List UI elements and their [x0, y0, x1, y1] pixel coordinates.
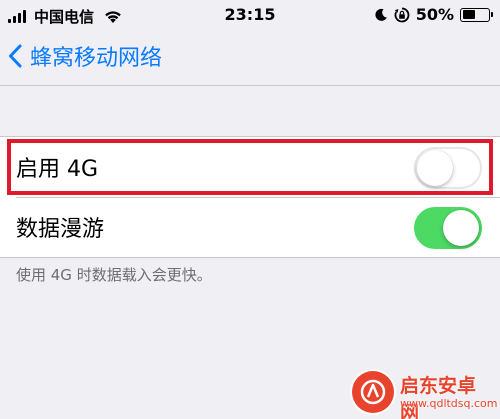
moon-icon: [375, 8, 387, 21]
watermark-url: www.qdltdsq.com: [400, 397, 498, 410]
battery-percentage: 50%: [415, 5, 454, 24]
row-label-enable-4g: 启用 4G: [16, 157, 99, 182]
status-bar: 中国电信 23:15 50%: [0, 0, 500, 30]
screen: 中国电信 23:15 50% 蜂窝移动网络 启用 4G 数据漫游 使用 4G 时…: [0, 0, 500, 419]
status-right: 50%: [374, 5, 493, 24]
battery-fill: [462, 10, 475, 19]
watermark-name: 启东安卓网: [400, 375, 477, 419]
enable-4g-toggle[interactable]: [414, 147, 482, 189]
orientation-lock-icon: [394, 7, 410, 22]
row-label-data-roaming: 数据漫游: [16, 217, 105, 242]
nav-bar: 蜂窝移动网络: [0, 30, 500, 86]
watermark: 启东安卓网 www.qdltdsq.com: [352, 367, 498, 419]
row-data-roaming: 数据漫游: [0, 197, 500, 257]
toggle-knob: [443, 210, 479, 246]
back-button-label: 蜂窝移动网络: [30, 46, 163, 71]
back-button[interactable]: 蜂窝移动网络: [8, 38, 162, 74]
data-roaming-toggle[interactable]: [414, 207, 482, 249]
watermark-logo-icon: [352, 371, 394, 413]
toggle-knob: [417, 150, 453, 186]
settings-footnote: 使用 4G 时数据载入会更快。: [16, 266, 212, 284]
battery-icon: [460, 7, 493, 22]
chevron-left-icon: [9, 44, 22, 68]
settings-group: 启用 4G 数据漫游: [0, 136, 500, 258]
row-enable-4g: 启用 4G: [0, 137, 500, 197]
